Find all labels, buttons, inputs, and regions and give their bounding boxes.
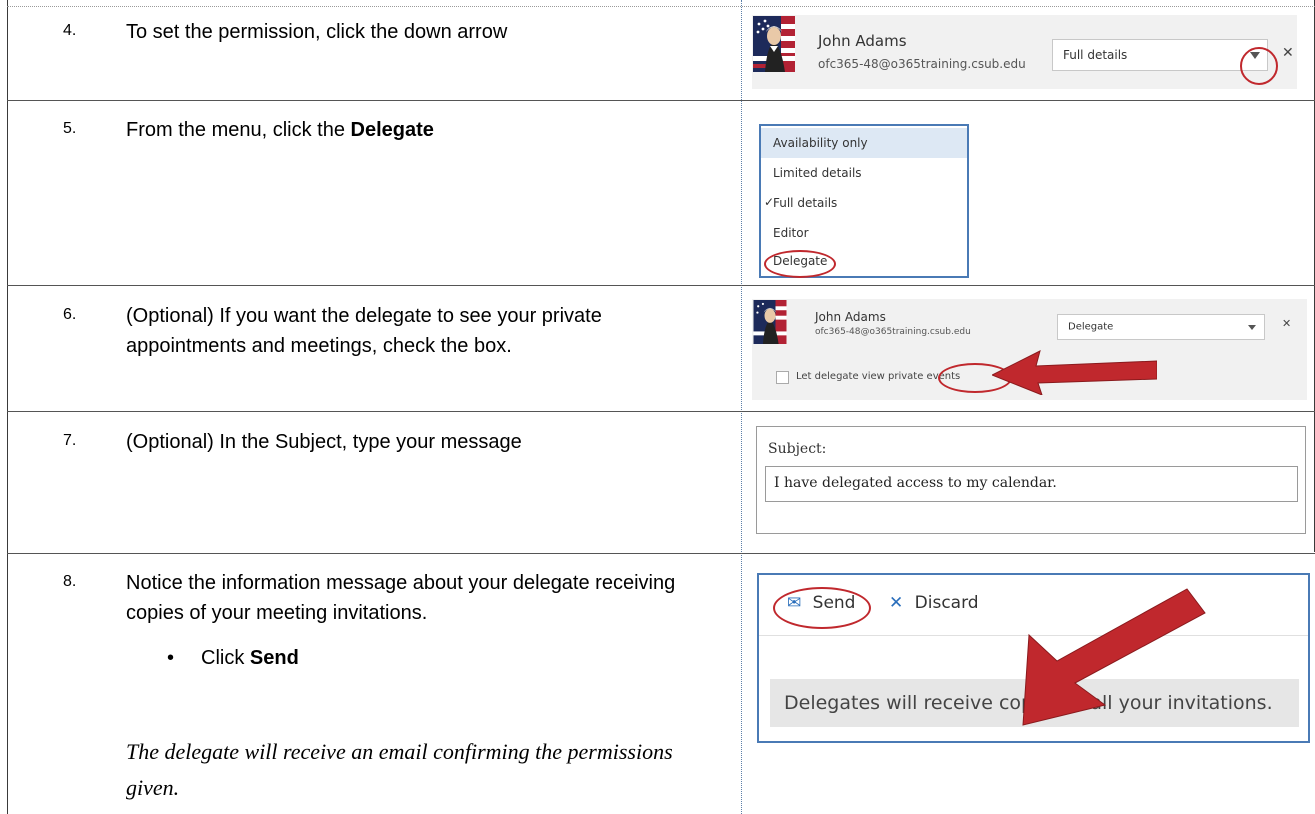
john-adams-avatar <box>753 300 787 344</box>
user-name: John Adams <box>818 32 907 50</box>
john-adams-avatar <box>753 16 795 72</box>
red-arrow-icon <box>1022 588 1206 726</box>
user-name: John Adams <box>815 310 886 324</box>
send-panel: ✉ Send ✕ Discard Delegates will receive … <box>757 573 1310 743</box>
permission-select[interactable]: Full details <box>1052 39 1268 71</box>
annotation-circle <box>773 587 871 629</box>
delegate-row-panel: John Adams ofc365-48@o365training.csub.e… <box>752 299 1307 400</box>
step-instruction: To set the permission, click the down ar… <box>126 21 508 43</box>
close-icon: ✕ <box>889 593 904 613</box>
step-instruction: (Optional) In the Subject, type your mes… <box>126 431 522 453</box>
permission-row-panel: John Adams ofc365-48@o365training.csub.e… <box>752 15 1297 89</box>
step-instruction: From the menu, click the Delegate <box>126 115 726 145</box>
close-icon[interactable]: ✕ <box>1282 317 1291 330</box>
table-left-border <box>7 0 8 814</box>
step-text: From the menu, click the <box>126 119 351 141</box>
step-number: 6. <box>63 306 77 323</box>
row-divider <box>7 411 1315 412</box>
step-number: 8. <box>63 573 77 590</box>
checkbox-label: Let delegate view private events <box>796 371 961 382</box>
chevron-down-icon[interactable] <box>1248 325 1256 330</box>
annotation-circle <box>1240 47 1278 85</box>
table-top-border <box>7 6 1315 7</box>
bullet-icon: • <box>167 647 175 669</box>
subject-panel: Subject: I have delegated access to my c… <box>756 426 1306 534</box>
red-arrow-icon <box>992 350 1157 395</box>
step-instruction: Notice the information message about you… <box>126 572 676 624</box>
row-divider <box>7 553 1315 554</box>
bullet-text: Click <box>201 647 250 669</box>
menu-item-full-details[interactable]: ✓ Full details <box>761 188 967 218</box>
menu-item-limited-details[interactable]: Limited details <box>761 158 967 188</box>
document-page: 4. To set the permission, click the down… <box>0 0 1315 814</box>
user-email: ofc365-48@o365training.csub.edu <box>818 57 1026 71</box>
discard-button[interactable]: ✕ Discard <box>889 593 979 613</box>
step-number: 5. <box>63 120 77 137</box>
step-number: 4. <box>63 22 77 39</box>
table-column-divider <box>741 0 742 814</box>
permission-select[interactable]: Delegate <box>1057 314 1265 340</box>
subject-input[interactable]: I have delegated access to my calendar. <box>765 466 1298 502</box>
italic-note: The delegate will receive an email confi… <box>126 739 673 800</box>
step-text-bold: Delegate <box>350 119 434 141</box>
subject-label: Subject: <box>768 441 827 457</box>
permission-select-value: Delegate <box>1068 321 1114 333</box>
bullet-text-bold: Send <box>249 647 299 669</box>
private-events-checkbox[interactable] <box>776 371 789 384</box>
step-instruction: (Optional) If you want the delegate to s… <box>126 305 602 357</box>
menu-item-editor[interactable]: Editor <box>761 218 967 248</box>
user-email: ofc365-48@o365training.csub.edu <box>815 327 971 337</box>
row-divider <box>7 285 1315 286</box>
close-icon[interactable]: ✕ <box>1282 45 1294 61</box>
menu-item-availability-only[interactable]: Availability only <box>761 128 967 158</box>
step-number: 7. <box>63 432 77 449</box>
annotation-circle <box>764 250 836 278</box>
permission-select-value: Full details <box>1063 48 1128 62</box>
row-divider <box>7 100 1315 101</box>
permission-menu: Availability only Limited details ✓ Full … <box>759 124 969 278</box>
